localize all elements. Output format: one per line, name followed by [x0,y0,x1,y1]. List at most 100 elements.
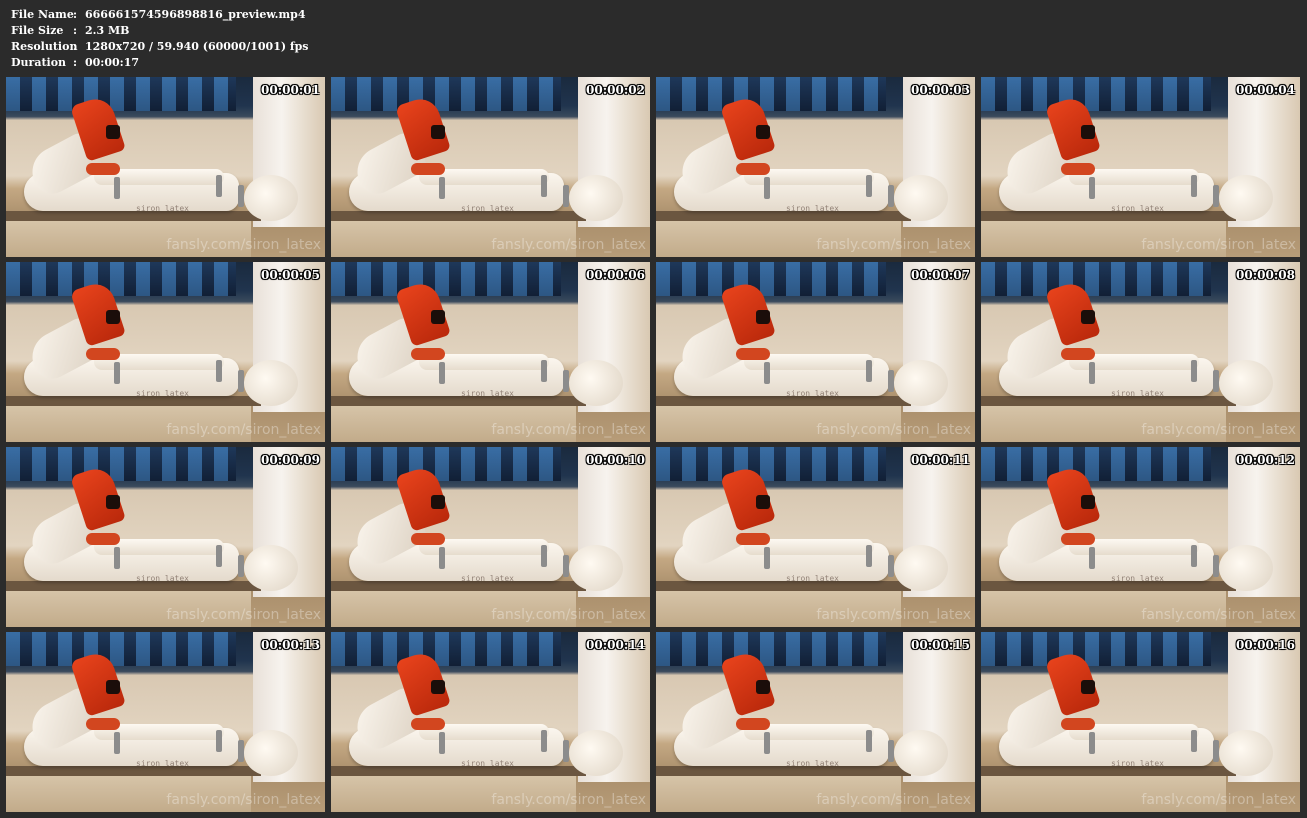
strap [1089,547,1095,569]
duration-label: Duration [11,56,67,69]
video-thumbnail: siron_latex 00:00:01 fansly.com/siron_late… [6,77,325,257]
shelf [656,211,911,221]
resolution-value: 1280x720 / 59.940 (60000/1001) fps [85,40,309,53]
inline-watermark: siron_latex [461,574,514,583]
watermark: fansly.com/siron_latex [1141,607,1296,623]
strap [216,360,222,382]
strap [216,730,222,752]
strap [866,730,872,752]
video-thumbnail: siron_latex 00:00:06 fansly.com/siron_late… [331,262,650,442]
strap [541,545,547,567]
strap [563,185,569,207]
strap [764,177,770,199]
strap [1191,730,1197,752]
red-gloves [86,718,120,730]
video-thumbnail: siron_latex 00:00:08 fansly.com/siron_late… [981,262,1300,442]
boot-heel [756,680,770,694]
watermark: fansly.com/siron_latex [1141,237,1296,253]
tv-screen [656,262,886,296]
boot-heel [1081,495,1095,509]
red-gloves [411,163,445,175]
watermark: fansly.com/siron_latex [166,607,321,623]
shelf [656,766,911,776]
thumbnail-timestamp: 00:00:02 [586,83,645,97]
strap [439,547,445,569]
thumbnail-timestamp: 00:00:10 [586,453,645,467]
watermark: fansly.com/siron_latex [491,792,646,808]
shelf [331,581,586,591]
strap [1089,732,1095,754]
shelf [981,581,1236,591]
video-thumbnail: siron_latex 00:00:04 fansly.com/siron_late… [981,77,1300,257]
video-thumbnail: siron_latex 00:00:13 fansly.com/siron_late… [6,632,325,812]
file-size-value: 2.3 MB [85,24,130,37]
figure-head [894,360,948,406]
strap [541,175,547,197]
thumbnail-timestamp: 00:00:03 [911,83,970,97]
tv-screen [981,447,1211,481]
red-gloves [86,533,120,545]
thumbnail-timestamp: 00:00:09 [261,453,320,467]
tv-screen [6,447,236,481]
thumbnail-timestamp: 00:00:14 [586,638,645,652]
shelf [331,396,586,406]
figure-head [894,545,948,591]
inline-watermark: siron_latex [136,204,189,213]
inline-watermark: siron_latex [786,389,839,398]
strap [114,547,120,569]
tv-screen [656,632,886,666]
strap [888,185,894,207]
strap [238,555,244,577]
strap [541,730,547,752]
thumbnail-timestamp: 00:00:07 [911,268,970,282]
separator: : [73,8,78,21]
figure-head [244,360,298,406]
tv-screen [331,447,561,481]
tv-screen [656,447,886,481]
strap [888,740,894,762]
red-gloves [736,348,770,360]
red-gloves [736,163,770,175]
inline-watermark: siron_latex [461,204,514,213]
duration-value: 00:00:17 [85,56,140,69]
strap [1089,362,1095,384]
video-thumbnail: siron_latex 00:00:07 fansly.com/siron_late… [656,262,975,442]
watermark: fansly.com/siron_latex [816,237,971,253]
thumbnail-timestamp: 00:00:04 [1236,83,1295,97]
separator: : [73,56,78,69]
strap [439,732,445,754]
inline-watermark: siron_latex [461,389,514,398]
resolution-row: Resolution : 1280x720 / 59.940 (60000/10… [11,39,309,55]
file-name-value: 666661574596898816_preview.mp4 [85,8,306,21]
red-gloves [411,533,445,545]
inline-watermark: siron_latex [1111,574,1164,583]
strap [1191,175,1197,197]
red-gloves [736,533,770,545]
boot-heel [1081,310,1095,324]
shelf [656,581,911,591]
figure-head [894,175,948,221]
watermark: fansly.com/siron_latex [816,607,971,623]
file-info-header: File Name : 666661574596898816_preview.m… [11,7,309,71]
strap [114,732,120,754]
shelf [656,396,911,406]
video-thumbnail: siron_latex 00:00:03 fansly.com/siron_late… [656,77,975,257]
thumbnail-timestamp: 00:00:12 [1236,453,1295,467]
inline-watermark: siron_latex [136,759,189,768]
watermark: fansly.com/siron_latex [166,792,321,808]
tv-screen [981,632,1211,666]
strap [216,175,222,197]
inline-watermark: siron_latex [786,759,839,768]
strap [1213,185,1219,207]
video-thumbnail: siron_latex 00:00:09 fansly.com/siron_late… [6,447,325,627]
resolution-label: Resolution [11,40,78,53]
inline-watermark: siron_latex [136,389,189,398]
file-size-row: File Size : 2.3 MB [11,23,309,39]
strap [216,545,222,567]
shelf [981,766,1236,776]
shelf [331,766,586,776]
figure-head [244,175,298,221]
strap [764,362,770,384]
red-gloves [1061,348,1095,360]
watermark: fansly.com/siron_latex [1141,422,1296,438]
